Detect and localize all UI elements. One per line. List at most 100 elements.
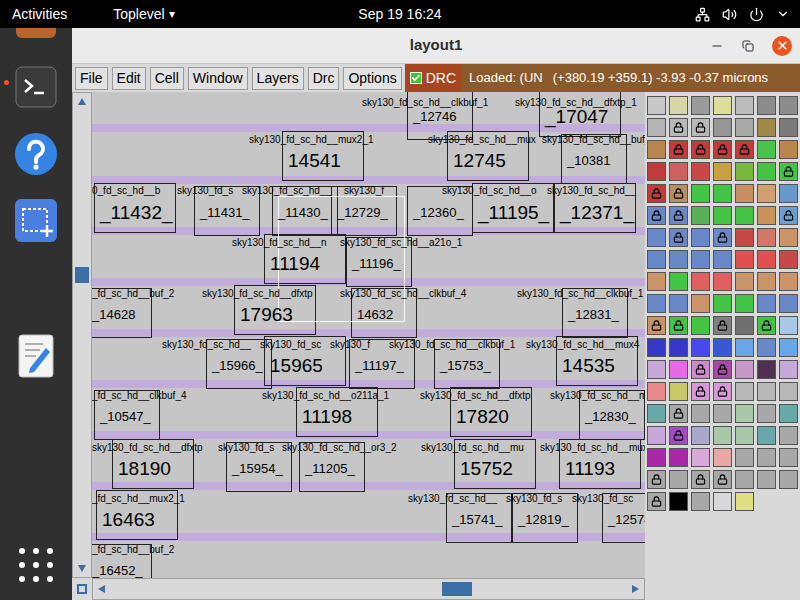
- layer-swatch[interactable]: [669, 96, 688, 115]
- layer-swatch[interactable]: [757, 426, 776, 445]
- layer-swatch[interactable]: [779, 162, 798, 181]
- layer-swatch[interactable]: [669, 250, 688, 269]
- layer-swatch[interactable]: [735, 338, 754, 357]
- dock-partial-icon[interactable]: [16, 28, 56, 38]
- layer-swatch[interactable]: [757, 118, 776, 137]
- layer-swatch[interactable]: [735, 96, 754, 115]
- menu-button[interactable]: Drc: [308, 67, 340, 90]
- dock-item[interactable]: [0, 132, 72, 176]
- layer-swatch[interactable]: [647, 338, 666, 357]
- layer-swatch[interactable]: [669, 206, 688, 225]
- layer-swatch[interactable]: [691, 448, 710, 467]
- layer-swatch[interactable]: [757, 250, 776, 269]
- layer-swatch[interactable]: [735, 448, 754, 467]
- title-bar[interactable]: layout1: [72, 28, 800, 64]
- show-apps-button[interactable]: [19, 548, 53, 582]
- menu-button[interactable]: Options: [343, 67, 401, 90]
- network-icon[interactable]: [695, 7, 710, 22]
- layer-swatch[interactable]: [647, 140, 666, 159]
- scroll-right-button[interactable]: [626, 584, 644, 594]
- layer-swatch[interactable]: [779, 448, 798, 467]
- menu-button[interactable]: Layers: [252, 67, 304, 90]
- scroll-down-button[interactable]: [73, 559, 91, 577]
- layer-swatch[interactable]: [647, 360, 666, 379]
- layer-swatch[interactable]: [669, 162, 688, 181]
- app-menu-arrow[interactable]: ▾: [169, 5, 175, 23]
- layer-swatch[interactable]: [779, 360, 798, 379]
- layer-swatch[interactable]: [647, 492, 666, 511]
- layer-swatch[interactable]: [757, 206, 776, 225]
- layer-swatch[interactable]: [647, 250, 666, 269]
- layer-swatch[interactable]: [735, 118, 754, 137]
- activities-button[interactable]: Activities: [0, 4, 67, 25]
- layer-swatch[interactable]: [735, 404, 754, 423]
- layout-canvas[interactable]: sky130_fd_sc_hd__clkbuf_1sky130_fd_sc_hd…: [92, 92, 645, 578]
- layer-swatch[interactable]: [713, 96, 732, 115]
- layer-swatch[interactable]: [779, 118, 798, 137]
- close-button[interactable]: [772, 36, 792, 56]
- layer-swatch[interactable]: [669, 426, 688, 445]
- layer-swatch[interactable]: [735, 250, 754, 269]
- layer-swatch[interactable]: [713, 404, 732, 423]
- layer-swatch[interactable]: [669, 492, 688, 511]
- layer-swatch[interactable]: [713, 118, 732, 137]
- layer-swatch[interactable]: [779, 470, 798, 489]
- layer-swatch[interactable]: [647, 294, 666, 313]
- layer-swatch[interactable]: [647, 404, 666, 423]
- system-menu-arrow-icon[interactable]: [776, 7, 790, 21]
- terminal-icon[interactable]: [15, 66, 57, 108]
- layer-swatch[interactable]: [735, 426, 754, 445]
- layer-swatch[interactable]: [691, 184, 710, 203]
- layer-swatch[interactable]: [669, 118, 688, 137]
- layer-swatch[interactable]: [647, 426, 666, 445]
- layer-swatch[interactable]: [757, 470, 776, 489]
- layer-swatch[interactable]: [735, 470, 754, 489]
- layer-swatch[interactable]: [647, 272, 666, 291]
- app-menu[interactable]: Toplevel▾: [113, 4, 174, 25]
- layer-swatch[interactable]: [735, 140, 754, 159]
- scroll-up-button[interactable]: [73, 93, 91, 111]
- layer-swatch[interactable]: [647, 382, 666, 401]
- layer-swatch[interactable]: [669, 184, 688, 203]
- layer-swatch[interactable]: [691, 118, 710, 137]
- minimize-icon[interactable]: [710, 39, 724, 53]
- menu-button[interactable]: Edit: [112, 67, 146, 90]
- layer-swatch[interactable]: [691, 206, 710, 225]
- layer-swatch[interactable]: [779, 140, 798, 159]
- layer-swatch[interactable]: [647, 96, 666, 115]
- layer-swatch[interactable]: [647, 118, 666, 137]
- layer-swatch[interactable]: [735, 206, 754, 225]
- drc-checkbox[interactable]: [410, 72, 422, 84]
- layer-swatch[interactable]: [691, 316, 710, 335]
- layer-swatch[interactable]: [735, 162, 754, 181]
- layer-swatch[interactable]: [647, 316, 666, 335]
- layer-swatch[interactable]: [691, 272, 710, 291]
- close-icon[interactable]: [776, 39, 789, 52]
- horizontal-scroll-thumb[interactable]: [442, 582, 472, 596]
- layer-swatch[interactable]: [779, 294, 798, 313]
- volume-icon[interactable]: [722, 7, 737, 22]
- layer-swatch[interactable]: [757, 184, 776, 203]
- layer-swatch[interactable]: [713, 360, 732, 379]
- layer-swatch[interactable]: [757, 404, 776, 423]
- layer-swatch[interactable]: [713, 316, 732, 335]
- layer-swatch[interactable]: [779, 206, 798, 225]
- layer-swatch[interactable]: [757, 448, 776, 467]
- layer-swatch[interactable]: [669, 316, 688, 335]
- vertical-scrollbar[interactable]: [72, 92, 92, 578]
- layer-swatch[interactable]: [713, 470, 732, 489]
- help-icon[interactable]: [14, 132, 58, 176]
- layer-swatch[interactable]: [757, 316, 776, 335]
- layer-swatch[interactable]: [779, 404, 798, 423]
- layer-swatch[interactable]: [735, 184, 754, 203]
- layer-swatch[interactable]: [757, 140, 776, 159]
- text-editor-icon[interactable]: [18, 334, 54, 378]
- clock[interactable]: Sep 19 16:24: [358, 4, 441, 25]
- power-icon[interactable]: [749, 7, 764, 22]
- layer-swatch[interactable]: [735, 492, 754, 511]
- layer-swatch[interactable]: [713, 162, 732, 181]
- layer-swatch[interactable]: [713, 184, 732, 203]
- layer-swatch[interactable]: [691, 338, 710, 357]
- layer-swatch[interactable]: [713, 426, 732, 445]
- left-arrow-icon[interactable]: [97, 584, 107, 594]
